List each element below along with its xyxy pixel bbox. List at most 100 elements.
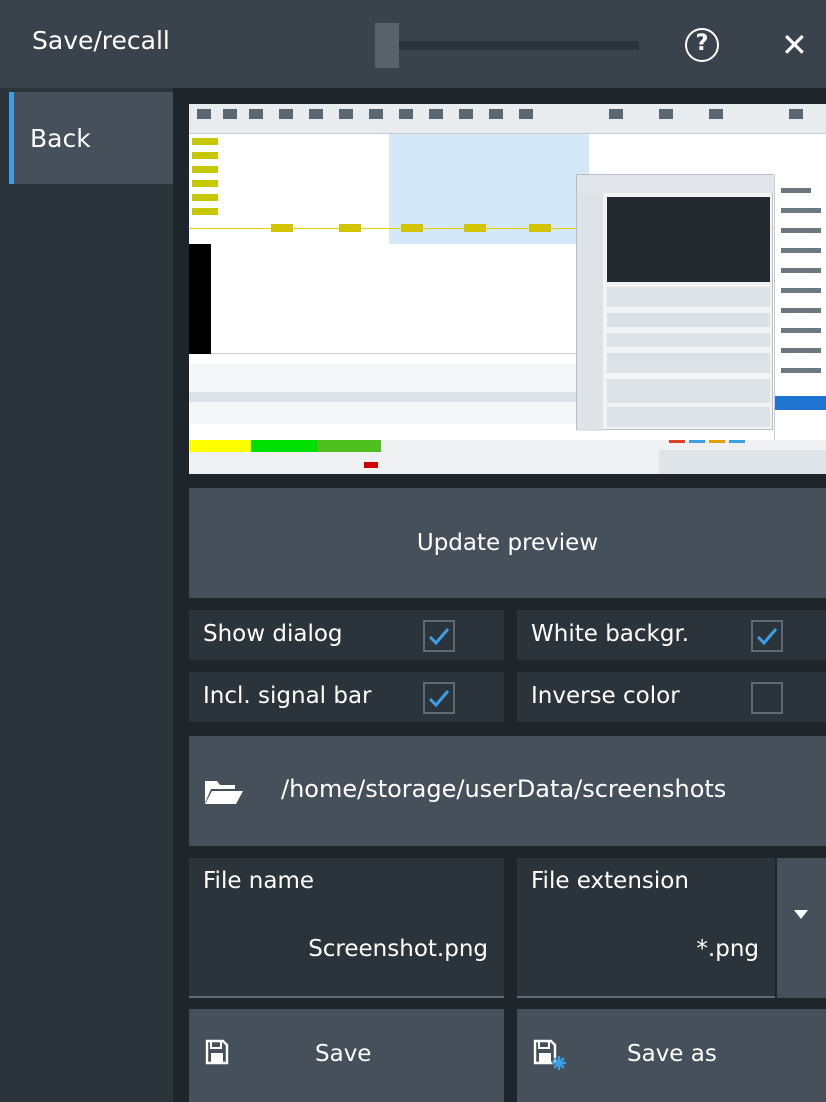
white-background-checkbox[interactable] (751, 620, 783, 652)
checkmark-icon (756, 628, 778, 646)
preview-dialog-thumbnail (607, 197, 770, 282)
show-dialog-checkbox[interactable] (423, 620, 455, 652)
help-icon[interactable]: ? (685, 28, 719, 62)
title-bar: Save/recall ? ✕ (0, 0, 826, 88)
file-extension-label: File extension (531, 868, 689, 894)
preview-toolbar-icon (459, 109, 473, 119)
white-background-label: White backgr. (531, 621, 690, 647)
preview-channel-marker (529, 224, 551, 232)
preview-channel-marker (464, 224, 486, 232)
preview-wave-label (192, 194, 218, 201)
preview-dialog-back (577, 193, 603, 431)
preview-toolbar-icon (279, 109, 293, 119)
preview-wave-label (192, 166, 218, 173)
preview-menu (774, 174, 826, 440)
update-preview-button[interactable]: Update preview (189, 488, 826, 598)
file-extension-dropdown-button[interactable] (777, 858, 826, 998)
preview-toolbar-icon (429, 109, 443, 119)
file-extension-value: *.png (696, 936, 759, 962)
checkmark-icon (428, 690, 450, 708)
inverse-color-checkbox[interactable] (751, 682, 783, 714)
storage-path-text: /home/storage/userData/screenshots (281, 775, 727, 803)
preview-toolbar-icon (223, 109, 237, 119)
preview-menu-item (781, 368, 821, 373)
preview-toolbar-icon (197, 109, 211, 119)
preview-toolbar-icon (609, 109, 623, 119)
incl-signal-bar-checkbox[interactable] (423, 682, 455, 714)
preview-menu-item (781, 228, 821, 233)
preview-table-row (189, 392, 589, 402)
file-extension-underline (517, 996, 775, 998)
preview-table (189, 364, 589, 424)
save-as-label: Save as (627, 1041, 717, 1067)
chevron-down-icon (794, 910, 808, 919)
show-dialog-option[interactable]: Show dialog (189, 610, 504, 660)
checkmark-icon (428, 628, 450, 646)
preview-toolbar-icon (659, 109, 673, 119)
preview-dialog-save (607, 407, 770, 427)
preview-signal-red (364, 462, 378, 468)
preview-bottom-strip (659, 450, 826, 474)
preview-toolbar-icon (249, 109, 263, 119)
preview-dialog-file (607, 379, 770, 403)
preview-dialog-titlebar (577, 175, 774, 193)
file-extension-field[interactable]: File extension *.png (517, 858, 775, 998)
save-as-icon (533, 1039, 567, 1071)
inverse-color-label: Inverse color (531, 683, 680, 709)
preview-menu-item (781, 328, 821, 333)
close-icon[interactable]: ✕ (781, 26, 808, 64)
show-dialog-label: Show dialog (203, 621, 343, 647)
preview-marker (729, 440, 745, 443)
preview-menu-item (781, 268, 821, 273)
sidebar: Back (0, 88, 173, 1102)
preview-toolbar-icon (369, 109, 383, 119)
preview-menu-item (781, 288, 821, 293)
save-as-button[interactable]: Save as (517, 1009, 826, 1102)
preview-channel-marker (271, 224, 293, 232)
content-panel: Update preview Show dialog White backgr.… (173, 88, 826, 1102)
preview-marker (709, 440, 725, 443)
preview-toolbar-icon (519, 109, 533, 119)
white-background-option[interactable]: White backgr. (517, 610, 826, 660)
file-name-field[interactable]: File name Screenshot.png (189, 858, 504, 998)
folder-open-icon (205, 781, 243, 804)
storage-path-button[interactable]: /home/storage/userData/screenshots (189, 736, 826, 846)
preview-menu-item (781, 308, 821, 313)
preview-toolbar-icon (489, 109, 503, 119)
back-label: Back (30, 124, 91, 153)
incl-signal-bar-option[interactable]: Incl. signal bar (189, 672, 504, 722)
file-name-value: Screenshot.png (308, 936, 488, 962)
preview-dialog-options (607, 313, 770, 327)
preview-dialog-path (607, 353, 770, 373)
preview-menu-item (781, 208, 821, 213)
preview-toolbar-icon (339, 109, 353, 119)
preview-dialog-options (607, 333, 770, 347)
preview-signal-yellow (189, 440, 251, 452)
save-button[interactable]: Save (189, 1009, 504, 1102)
file-name-underline (189, 996, 504, 998)
inverse-color-option[interactable]: Inverse color (517, 672, 826, 722)
back-button[interactable]: Back (9, 92, 173, 184)
preview-toolbar-icon (709, 109, 723, 119)
preview-channel-marker (401, 224, 423, 232)
save-label: Save (315, 1041, 372, 1067)
preview-menu-selected (775, 396, 826, 410)
preview-signal-green-2 (317, 440, 381, 452)
preview-toolbar-icon (309, 109, 323, 119)
preview-toolbar (189, 104, 826, 134)
preview-dialog-update (607, 287, 770, 307)
preview-menu-item (781, 348, 821, 353)
preview-toolbar-icon (399, 109, 413, 119)
preview-dialog (576, 174, 774, 431)
preview-channel-marker (339, 224, 361, 232)
preview-wave-label (192, 180, 218, 187)
preview-menu-item (781, 188, 811, 193)
preview-wave-label (192, 138, 218, 145)
incl-signal-bar-label: Incl. signal bar (203, 683, 372, 709)
preview-wave-label (192, 208, 218, 215)
save-icon (205, 1039, 229, 1065)
transparency-slider-thumb[interactable] (375, 23, 399, 68)
transparency-slider-track[interactable] (399, 41, 639, 50)
dialog-title: Save/recall (32, 26, 170, 55)
preview-toolbar-icon (789, 109, 803, 119)
